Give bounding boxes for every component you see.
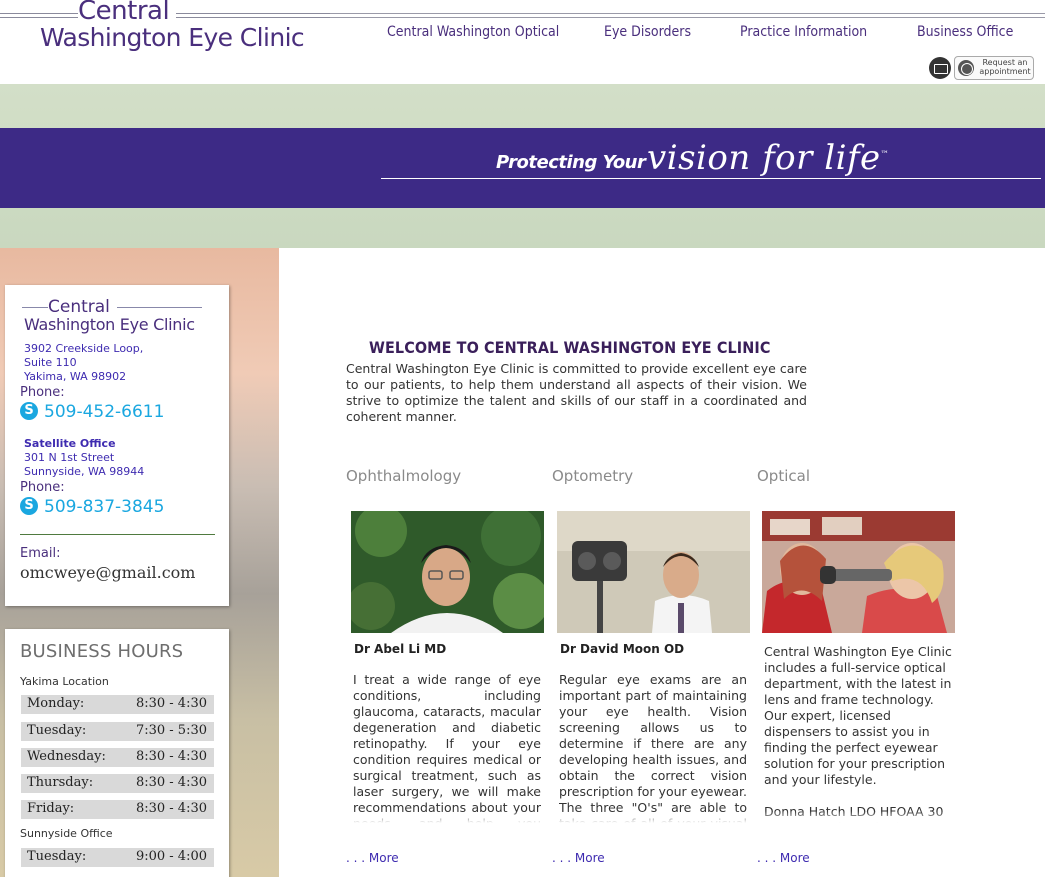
hours-time: 9:00 - 4:00: [135, 849, 207, 864]
hours-row: Wednesday: 8:30 - 4:30: [21, 748, 214, 767]
photo-image: [557, 511, 750, 633]
more-link-optical[interactable]: . . . More: [757, 851, 810, 865]
hours-row: Tuesday: 9:00 - 4:00: [21, 848, 214, 867]
contact-card: Central Washington Eye Clinic 3902 Creek…: [5, 285, 229, 606]
address-line: Suite 110: [24, 356, 77, 369]
hours-time: 8:30 - 4:30: [135, 749, 207, 764]
more-link-ophthalmology[interactable]: . . . More: [346, 851, 399, 865]
column-heading-ophthalmology: Ophthalmology: [346, 467, 462, 485]
text-fade: [764, 811, 952, 823]
mini-logo-rule: [117, 307, 202, 308]
clock-icon: [958, 60, 974, 76]
address-line: 301 N 1st Street: [24, 451, 115, 464]
column-paragraph: Regular eye exams are an important part …: [559, 672, 747, 823]
hours-row: Tuesday: 7:30 - 5:30: [21, 722, 214, 741]
hours-row: Friday: 8:30 - 4:30: [21, 800, 214, 819]
logo-rule: [0, 17, 78, 18]
welcome-title: WELCOME TO CENTRAL WASHINGTON EYE CLINIC: [369, 338, 771, 357]
doctor-name-abel-li: Dr Abel Li MD: [354, 642, 447, 656]
satellite-office-heading: Satellite Office: [24, 437, 116, 450]
request-appointment-label: Request an appointment: [979, 58, 1031, 76]
text-fade: [353, 811, 541, 823]
column-text-optical: Central Washington Eye Clinic includes a…: [764, 644, 952, 823]
hours-time: 8:30 - 4:30: [135, 696, 207, 711]
email-address[interactable]: omcweye@gmail.com: [20, 563, 195, 582]
banner-script-text: vision for life: [647, 138, 881, 178]
column-paragraph: I treat a wide range of eye conditions, …: [353, 672, 541, 823]
business-hours-title: BUSINESS HOURS: [20, 641, 184, 662]
hours-day: Tuesday:: [27, 849, 87, 864]
nav-eye-disorders[interactable]: Eye Disorders: [604, 24, 691, 40]
column-text-optometry: Regular eye exams are an important part …: [559, 672, 747, 823]
main-office-address: 3902 Creekside Loop, Suite 110 Yakima, W…: [24, 342, 143, 384]
site-header: Central Washington Eye Clinic Central Wa…: [0, 0, 1045, 84]
mini-logo-rule: [22, 307, 48, 308]
more-link-optometry[interactable]: . . . More: [552, 851, 605, 865]
banner-tagline-prefix: Protecting Your: [496, 152, 646, 173]
welcome-text: Central Washington Eye Clinic is committ…: [346, 361, 807, 424]
hero-banner: Protecting Your vision for life™: [0, 84, 1045, 248]
logo-rule: [176, 13, 330, 14]
mini-logo-bottom: Washington Eye Clinic: [24, 315, 195, 334]
nav-practice-information[interactable]: Practice Information: [740, 24, 867, 40]
column-paragraph: Central Washington Eye Clinic includes a…: [764, 644, 952, 787]
satellite-office-address: 301 N 1st Street Sunnyside, WA 98944: [24, 451, 144, 479]
logo-rule: [0, 13, 78, 14]
banner-tagline-script: vision for life™: [647, 138, 889, 178]
address-line: Sunnyside, WA 98944: [24, 465, 145, 478]
skype-icon: S: [20, 497, 38, 515]
nav-rule: [330, 17, 1045, 18]
satellite-phone-label: Phone:: [20, 480, 65, 495]
banner-rule: [381, 178, 1041, 179]
photo-image: [351, 511, 544, 633]
main-phone-label: Phone:: [20, 385, 65, 400]
nav-central-washington-optical[interactable]: Central Washington Optical: [387, 24, 559, 40]
trademark-mark: ™: [880, 149, 890, 159]
hours-day: Friday:: [27, 801, 75, 816]
email-label: Email:: [20, 546, 61, 561]
hours-row: Thursday: 8:30 - 4:30: [21, 774, 214, 793]
contact-card-logo: Central Washington Eye Clinic: [22, 297, 204, 338]
text-fade: [559, 811, 747, 823]
mail-icon[interactable]: [929, 57, 951, 79]
hours-time: 7:30 - 5:30: [135, 723, 207, 738]
request-appointment-button[interactable]: Request an appointment: [954, 56, 1034, 80]
sunnyside-office-label: Sunnyside Office: [20, 827, 113, 840]
hours-day: Tuesday:: [27, 723, 87, 738]
site-logo[interactable]: Central Washington Eye Clinic: [0, 0, 330, 60]
mini-logo-top: Central: [48, 297, 110, 317]
skype-icon: S: [20, 402, 38, 420]
doctor-photo-abel-li: [351, 511, 544, 633]
nav-rule: [330, 13, 1045, 14]
column-heading-optical: Optical: [757, 467, 810, 485]
hours-day: Monday:: [27, 696, 85, 711]
optical-photo: [762, 511, 955, 633]
main-phone-number[interactable]: 509-452-6611: [44, 402, 164, 422]
nav-business-office[interactable]: Business Office: [917, 24, 1013, 40]
hours-time: 8:30 - 4:30: [135, 801, 207, 816]
logo-text-bottom: Washington Eye Clinic: [40, 23, 305, 52]
address-line: Yakima, WA 98902: [24, 370, 127, 383]
address-line: 3902 Creekside Loop,: [24, 342, 144, 355]
hours-row: Monday: 8:30 - 4:30: [21, 695, 214, 714]
photo-image: [762, 511, 955, 633]
logo-rule: [176, 17, 330, 18]
hours-time: 8:30 - 4:30: [135, 775, 207, 790]
main-content: WELCOME TO CENTRAL WASHINGTON EYE CLINIC…: [279, 248, 1039, 877]
yakima-location-label: Yakima Location: [20, 675, 109, 688]
doctor-name-david-moon: Dr David Moon OD: [560, 642, 685, 656]
contact-divider: [20, 534, 215, 535]
business-hours-card: BUSINESS HOURS Yakima Location Monday: 8…: [5, 629, 229, 877]
column-heading-optometry: Optometry: [552, 467, 634, 485]
satellite-phone-number[interactable]: 509-837-3845: [44, 497, 164, 517]
doctor-photo-david-moon: [557, 511, 750, 633]
hours-day: Wednesday:: [27, 749, 106, 764]
column-text-ophthalmology: I treat a wide range of eye conditions, …: [353, 672, 541, 823]
hours-day: Thursday:: [27, 775, 94, 790]
